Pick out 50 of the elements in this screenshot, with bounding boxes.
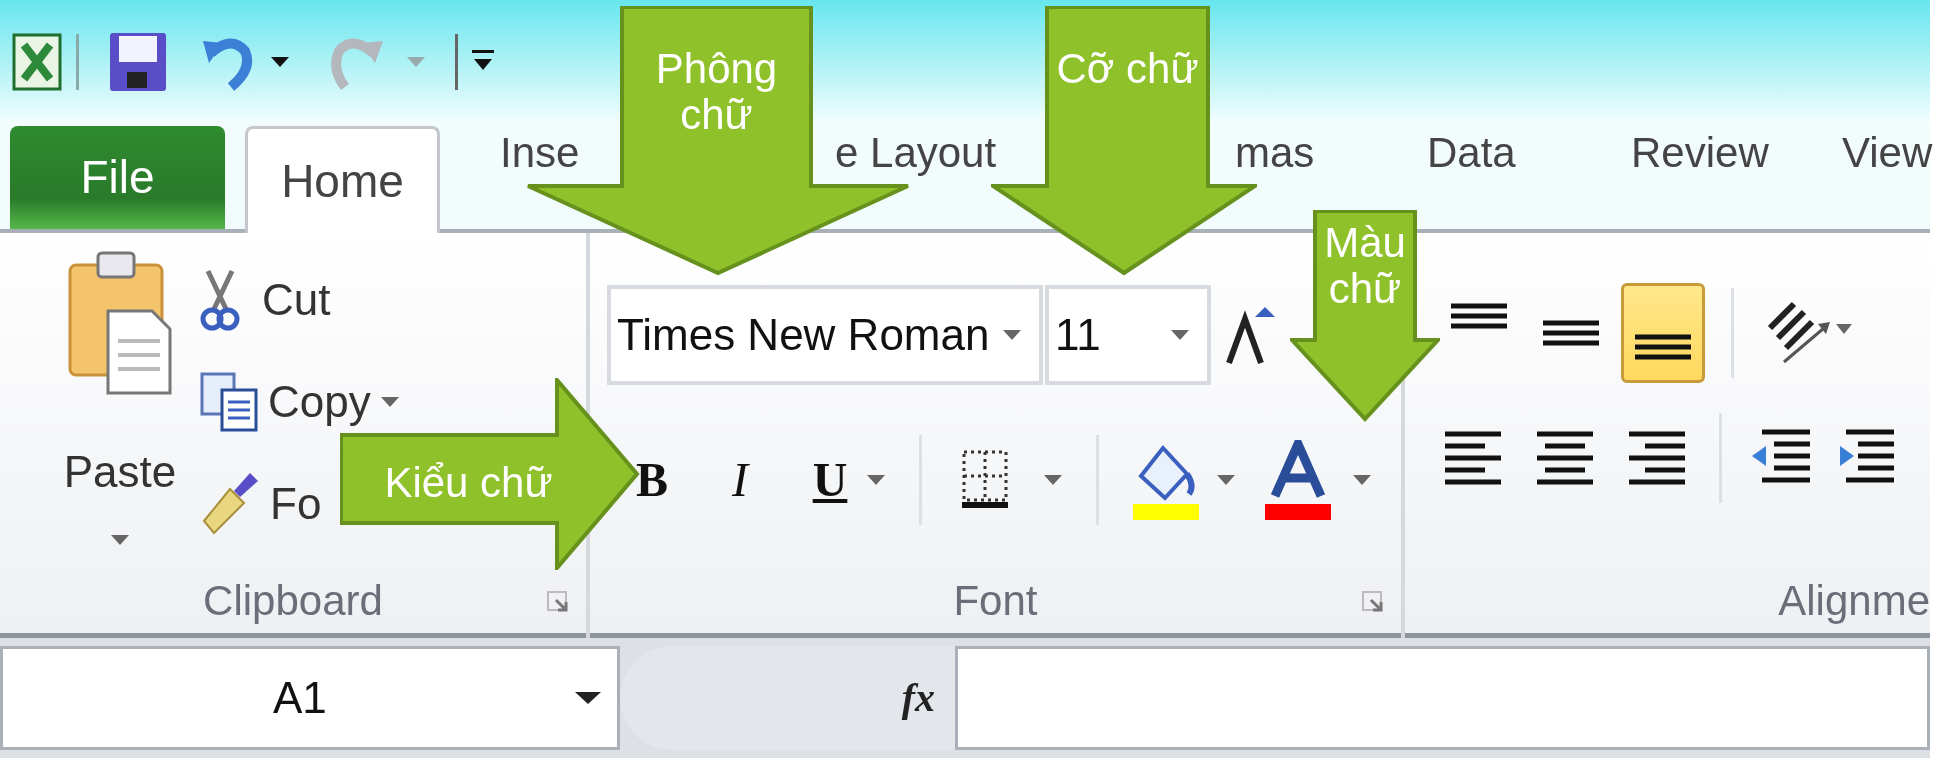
- insert-function-button[interactable]: fx: [901, 668, 935, 728]
- bottom-align-icon: [1635, 334, 1691, 360]
- callout-label: Màu chữ: [1323, 220, 1407, 313]
- ribbon-tab[interactable]: Review: [1631, 132, 1769, 174]
- file-tab[interactable]: File: [10, 126, 225, 229]
- ribbon-tab[interactable]: mas: [1235, 132, 1315, 174]
- middle-align-icon: [1543, 320, 1599, 346]
- paste-label[interactable]: Paste: [63, 439, 177, 505]
- copy-button[interactable]: Copy: [200, 372, 399, 432]
- dropdown-icon[interactable]: [271, 57, 289, 67]
- callout-label: Cỡ chữ: [1055, 46, 1200, 93]
- underline-button[interactable]: U: [805, 444, 855, 516]
- dropdown-icon[interactable]: [575, 692, 601, 704]
- italic-button[interactable]: I: [715, 444, 765, 516]
- group-label: Font: [953, 576, 1038, 626]
- ribbon-tab[interactable]: View: [1842, 132, 1933, 174]
- bold-button[interactable]: B: [627, 444, 677, 516]
- align-button[interactable]: [1621, 283, 1705, 383]
- grow-font-icon[interactable]: [1225, 305, 1275, 365]
- cut-button[interactable]: Cut: [200, 270, 331, 330]
- font-name-field[interactable]: Times New Roman: [607, 285, 1043, 385]
- ribbon-tab[interactable]: Home: [245, 126, 440, 233]
- callout-label: Phông chữ: [654, 46, 779, 139]
- scissors-icon: [200, 269, 240, 331]
- dropdown-icon: [380, 397, 399, 407]
- dropdown-icon: [1171, 330, 1189, 340]
- save-icon[interactable]: [109, 32, 167, 92]
- ribbon-tab[interactable]: Inse: [500, 132, 580, 174]
- formula-input[interactable]: [955, 646, 1930, 750]
- callout-label: Kiểu chữ: [383, 460, 554, 507]
- dialog-launcher-icon[interactable]: [1361, 589, 1383, 612]
- align-left-icon[interactable]: [1445, 430, 1501, 486]
- group-label: Clipboard: [203, 576, 383, 626]
- align-center-icon[interactable]: [1537, 430, 1593, 486]
- font-color-icon[interactable]: [1265, 440, 1331, 520]
- top-align-icon: [1451, 303, 1507, 329]
- ribbon-tab[interactable]: Data: [1427, 132, 1516, 174]
- format-painter-button[interactable]: Fo: [200, 474, 322, 534]
- ribbon-tab[interactable]: e Layout: [835, 132, 997, 174]
- dropdown-icon: [1003, 330, 1021, 340]
- copy-icon: [200, 372, 258, 432]
- clipboard-icon[interactable]: [68, 251, 172, 395]
- app-icon[interactable]: [12, 33, 62, 91]
- name-box[interactable]: A1: [0, 646, 620, 750]
- font-size-field[interactable]: 11: [1045, 285, 1211, 385]
- group-label: Alignme: [1778, 576, 1930, 626]
- brush-icon: [200, 471, 260, 537]
- dialog-launcher-icon[interactable]: [546, 589, 568, 612]
- borders-icon[interactable]: [962, 450, 1008, 510]
- align-right-icon[interactable]: [1629, 430, 1685, 486]
